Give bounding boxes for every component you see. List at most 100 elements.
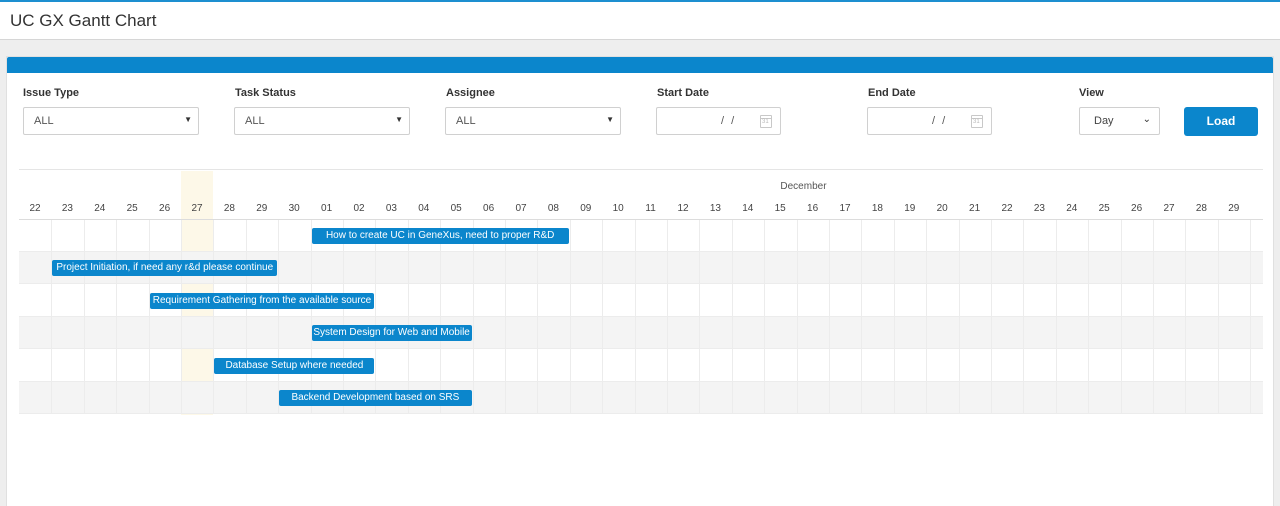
day-label: 27: [1163, 203, 1175, 214]
issue-type-label: Issue Type: [23, 87, 80, 99]
timeline-header-line: [19, 219, 1263, 220]
day-label: 05: [450, 203, 462, 214]
day-gridline: [51, 220, 53, 414]
day-gridline: [1250, 220, 1252, 414]
end-date-value: / /: [932, 115, 948, 127]
day-gridline: [1023, 220, 1025, 414]
day-label: 28: [1195, 203, 1207, 214]
day-label: 21: [969, 203, 981, 214]
day-gridline: [1185, 220, 1187, 414]
day-gridline: [343, 220, 344, 414]
day-gridline: [893, 220, 895, 414]
day-label: 29: [256, 203, 268, 214]
chevron-down-icon: ⌄: [1142, 114, 1151, 125]
day-gridline: [116, 220, 118, 414]
day-label: 24: [1066, 203, 1078, 214]
day-gridline: [1217, 220, 1219, 414]
load-button[interactable]: Load: [1184, 107, 1258, 136]
day-label: 04: [418, 203, 430, 214]
panel-header-bar: [7, 57, 1273, 73]
day-label: 12: [677, 203, 689, 214]
start-date-input[interactable]: / / 31: [656, 107, 781, 135]
task-bar[interactable]: System Design for Web and Mobile: [311, 325, 472, 342]
calendar-icon[interactable]: 31: [971, 115, 983, 128]
day-gridline: [861, 220, 863, 414]
day-label: 08: [547, 203, 559, 214]
day-gridline: [537, 220, 539, 414]
day-gridline: [926, 220, 928, 414]
day-gridline: [667, 220, 668, 414]
day-label: 19: [904, 203, 916, 214]
assignee-select[interactable]: ALL ▼: [445, 107, 621, 135]
caret-down-icon: ▼: [395, 115, 403, 124]
day-gridline: [245, 220, 247, 414]
day-gridline: [764, 220, 766, 414]
assignee-label: Assignee: [446, 87, 495, 99]
day-label: 01: [321, 203, 333, 214]
start-date-value: / /: [721, 115, 737, 127]
day-label: 27: [191, 203, 203, 214]
day-label: 13: [709, 203, 721, 214]
day-gridline: [991, 220, 992, 414]
task-bar[interactable]: Database Setup where needed: [214, 357, 375, 374]
day-gridline: [181, 220, 182, 414]
day-gridline: [213, 220, 215, 414]
day-label: 23: [61, 203, 73, 214]
page-title: UC GX Gantt Chart: [10, 11, 157, 30]
day-gridline: [310, 220, 312, 414]
caret-down-icon: ▼: [184, 115, 192, 124]
day-label: 24: [94, 203, 106, 214]
day-label: 26: [1131, 203, 1143, 214]
month-label: December: [780, 181, 827, 192]
day-label: 02: [353, 203, 365, 214]
day-gridline: [634, 220, 636, 414]
end-date-input[interactable]: / / 31: [867, 107, 992, 135]
view-label: View: [1079, 87, 1104, 99]
day-gridline: [83, 220, 85, 414]
caret-down-icon: ▼: [606, 115, 614, 124]
day-gridline: [505, 220, 506, 414]
day-label: 03: [385, 203, 397, 214]
day-gridline: [375, 220, 377, 414]
day-gridline: [1055, 220, 1057, 414]
day-label: 14: [742, 203, 754, 214]
app-header: UC GX Gantt Chart: [0, 2, 1280, 40]
day-gridline: [278, 220, 280, 414]
day-label: 10: [612, 203, 624, 214]
filter-divider: [19, 169, 1263, 170]
task-bar[interactable]: Project Initiation, if need any r&d plea…: [52, 260, 278, 277]
day-label: 20: [936, 203, 948, 214]
day-label: 30: [288, 203, 300, 214]
day-gridline: [731, 220, 733, 414]
start-date-label: Start Date: [657, 87, 709, 99]
gantt-row: [19, 220, 1263, 252]
task-bar[interactable]: Requirement Gathering from the available…: [149, 292, 375, 309]
task-bar[interactable]: How to create UC in GeneXus, need to pro…: [311, 228, 569, 244]
day-label: 17: [839, 203, 851, 214]
day-label: 26: [159, 203, 171, 214]
task-status-select[interactable]: ALL ▼: [234, 107, 410, 135]
day-gridline: [148, 220, 150, 414]
end-date-label: End Date: [868, 87, 916, 99]
day-gridline: [796, 220, 798, 414]
task-status-label: Task Status: [235, 87, 296, 99]
day-gridline: [440, 220, 442, 414]
task-status-value: ALL: [245, 115, 265, 127]
day-gridline: [602, 220, 604, 414]
day-gridline: [1088, 220, 1090, 414]
day-gridline: [407, 220, 409, 414]
day-label: 06: [483, 203, 495, 214]
day-label: 22: [29, 203, 41, 214]
issue-type-select[interactable]: ALL ▼: [23, 107, 199, 135]
calendar-icon[interactable]: 31: [760, 115, 772, 128]
view-value: Day: [1094, 115, 1114, 127]
day-label: 16: [807, 203, 819, 214]
day-label: 23: [1033, 203, 1045, 214]
assignee-value: ALL: [456, 115, 476, 127]
day-label: 25: [1098, 203, 1110, 214]
day-gridline: [1153, 220, 1154, 414]
day-label: 28: [223, 203, 235, 214]
task-bar[interactable]: Backend Development based on SRS: [279, 390, 472, 406]
view-select[interactable]: Day ⌄: [1079, 107, 1160, 135]
issue-type-value: ALL: [34, 115, 54, 127]
